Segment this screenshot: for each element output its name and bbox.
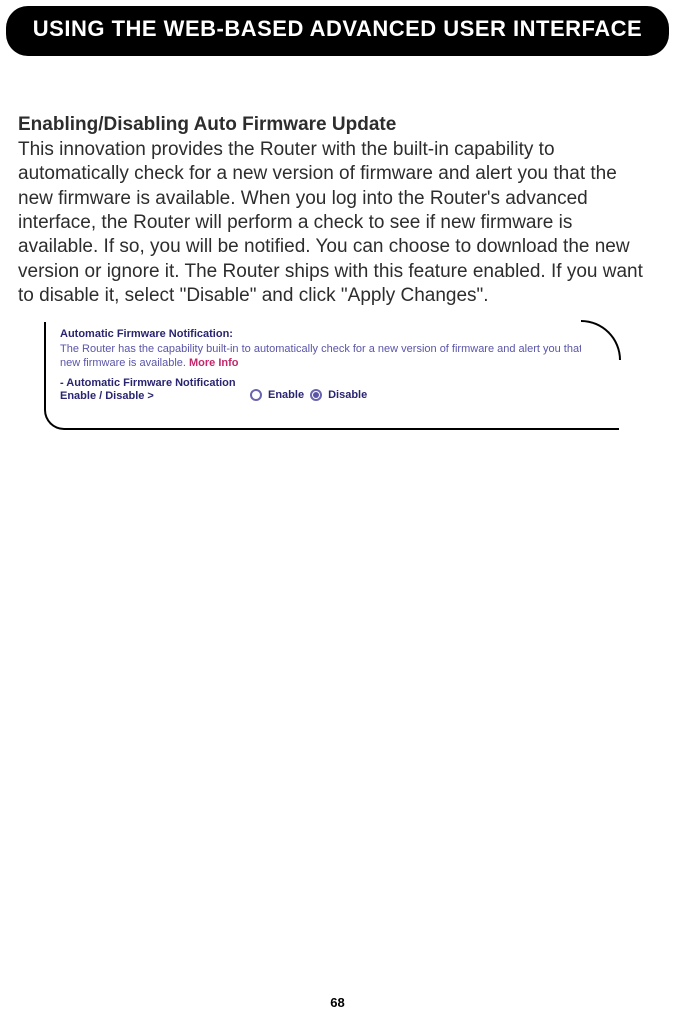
panel-corner-decoration [581, 320, 621, 360]
section-title: Enabling/Disabling Auto Firmware Update [18, 114, 647, 136]
section-body-text: This innovation provides the Router with… [18, 138, 647, 308]
screenshot-panel-wrap: Automatic Firmware Notification: The Rou… [44, 322, 619, 430]
panel-description-text: The Router has the capability built-in t… [60, 343, 601, 369]
panel-description: The Router has the capability built-in t… [60, 343, 609, 371]
enable-radio-label: Enable [268, 389, 304, 401]
disable-radio-label: Disable [328, 389, 367, 401]
enable-radio[interactable] [250, 389, 262, 401]
page-header-title: USING THE WEB-BASED ADVANCED USER INTERF… [33, 16, 642, 41]
firmware-notification-panel: Automatic Firmware Notification: The Rou… [44, 322, 619, 430]
panel-title: Automatic Firmware Notification: [60, 328, 609, 340]
page-number: 68 [0, 995, 675, 1010]
firmware-radio-group: Enable Disable [250, 389, 367, 401]
panel-control-row: - Automatic Firmware Notification Enable… [60, 377, 609, 405]
firmware-toggle-label: - Automatic Firmware Notification Enable… [60, 377, 250, 405]
disable-radio[interactable] [310, 389, 322, 401]
page-content: Enabling/Disabling Auto Firmware Update … [0, 56, 675, 430]
more-info-link[interactable]: More Info [189, 357, 239, 369]
page-header-bar: USING THE WEB-BASED ADVANCED USER INTERF… [6, 6, 669, 56]
